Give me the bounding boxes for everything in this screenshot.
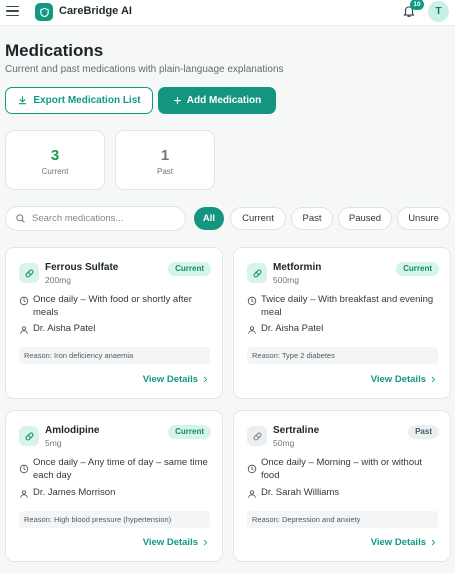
- add-button-label: Add Medication: [186, 95, 262, 106]
- clock-icon: [19, 296, 29, 306]
- page-subtitle: Current and past medications with plain-…: [5, 64, 284, 75]
- status-badge: Current: [168, 425, 211, 439]
- notification-count-badge: 10: [410, 0, 424, 10]
- medication-frequency: Twice daily – With breakfast and evening…: [261, 294, 434, 318]
- medication-frequency: Once daily – Any time of day – same time…: [33, 457, 208, 481]
- pill-icon: [19, 263, 39, 283]
- medication-name: Sertraline: [273, 425, 320, 436]
- current-count-value: 3: [50, 147, 60, 164]
- medication-card[interactable]: Sertraline 50mg Past Once daily – Mornin…: [233, 410, 451, 562]
- chevron-right-icon: [431, 539, 436, 546]
- medication-dose: 500mg: [273, 275, 299, 285]
- status-badge: Current: [396, 262, 439, 276]
- clock-icon: [247, 296, 257, 306]
- download-icon: [19, 96, 27, 105]
- current-count-card[interactable]: 3 Current: [5, 130, 105, 190]
- medication-frequency: Once daily – Morning – with or without f…: [261, 457, 423, 481]
- current-count-label: Current: [41, 167, 69, 176]
- chevron-right-icon: [431, 376, 436, 383]
- medication-name: Metformin: [273, 262, 322, 273]
- medication-reason: Reason: High blood pressure (hypertensio…: [19, 511, 210, 528]
- pill-icon: [247, 263, 267, 283]
- view-details-label: View Details: [142, 374, 198, 385]
- status-badge: Past: [408, 425, 439, 439]
- person-icon: [20, 490, 28, 498]
- prescriber-name: Dr. Aisha Patel: [33, 323, 96, 334]
- view-details-label: View Details: [370, 537, 426, 548]
- pill-icon: [19, 426, 39, 446]
- medication-reason: Reason: Type 2 diabetes: [247, 347, 438, 364]
- search-input[interactable]: [32, 213, 172, 224]
- search-icon: [16, 214, 25, 223]
- status-badge: Current: [168, 262, 211, 276]
- medication-reason: Reason: Depression and anxiety: [247, 511, 438, 528]
- chevron-right-icon: [203, 539, 208, 546]
- past-count-value: 1: [160, 147, 170, 164]
- view-details-link[interactable]: View Details: [143, 374, 209, 385]
- filter-all[interactable]: All: [194, 207, 224, 230]
- clock-icon: [19, 464, 29, 474]
- medication-dose: 50mg: [273, 438, 295, 448]
- carebridge-logo-icon[interactable]: [35, 3, 53, 21]
- medication-card[interactable]: Metformin 500mg Current Twice daily – Wi…: [233, 247, 451, 399]
- medication-card[interactable]: Amlodipine 5mg Current Once daily – Any …: [5, 410, 223, 562]
- export-medication-list-button[interactable]: Export Medication List: [5, 87, 153, 114]
- medication-reason: Reason: Iron deficiency anaemia: [19, 347, 210, 364]
- top-bar: CareBridge AI 10 T: [0, 0, 455, 26]
- medication-dose: 200mg: [45, 275, 71, 285]
- export-button-label: Export Medication List: [33, 95, 141, 106]
- search-box: [5, 206, 186, 231]
- medication-dose: 5mg: [45, 438, 62, 448]
- user-avatar[interactable]: T: [428, 1, 449, 22]
- view-details-link[interactable]: View Details: [143, 537, 209, 548]
- clock-icon: [247, 464, 257, 474]
- filter-past[interactable]: Past: [291, 207, 333, 230]
- filter-current[interactable]: Current: [230, 207, 286, 230]
- page-title: Medications: [5, 41, 104, 60]
- person-icon: [248, 326, 256, 334]
- view-details-link[interactable]: View Details: [371, 374, 437, 385]
- prescriber-name: Dr. Aisha Patel: [261, 323, 324, 334]
- medication-name: Ferrous Sulfate: [45, 262, 119, 273]
- brand-name: CareBridge AI: [59, 5, 132, 17]
- view-details-link[interactable]: View Details: [371, 537, 437, 548]
- person-icon: [20, 326, 28, 334]
- menu-icon[interactable]: [6, 3, 22, 19]
- view-details-label: View Details: [142, 537, 198, 548]
- chevron-right-icon: [203, 376, 208, 383]
- add-medication-button[interactable]: Add Medication: [158, 87, 276, 114]
- medication-name: Amlodipine: [45, 425, 100, 436]
- past-count-card[interactable]: 1 Past: [115, 130, 215, 190]
- filter-unsure[interactable]: Unsure: [397, 207, 450, 230]
- pill-icon: [247, 426, 267, 446]
- past-count-label: Past: [156, 167, 173, 176]
- medication-card[interactable]: Ferrous Sulfate 200mg Current Once daily…: [5, 247, 223, 399]
- view-details-label: View Details: [370, 374, 426, 385]
- prescriber-name: Dr. Sarah Williams: [261, 487, 340, 498]
- person-icon: [248, 490, 256, 498]
- medication-frequency: Once daily – With food or shortly after …: [33, 294, 192, 318]
- prescriber-name: Dr. James Morrison: [33, 487, 116, 498]
- filter-paused[interactable]: Paused: [338, 207, 392, 230]
- plus-icon: [173, 96, 181, 105]
